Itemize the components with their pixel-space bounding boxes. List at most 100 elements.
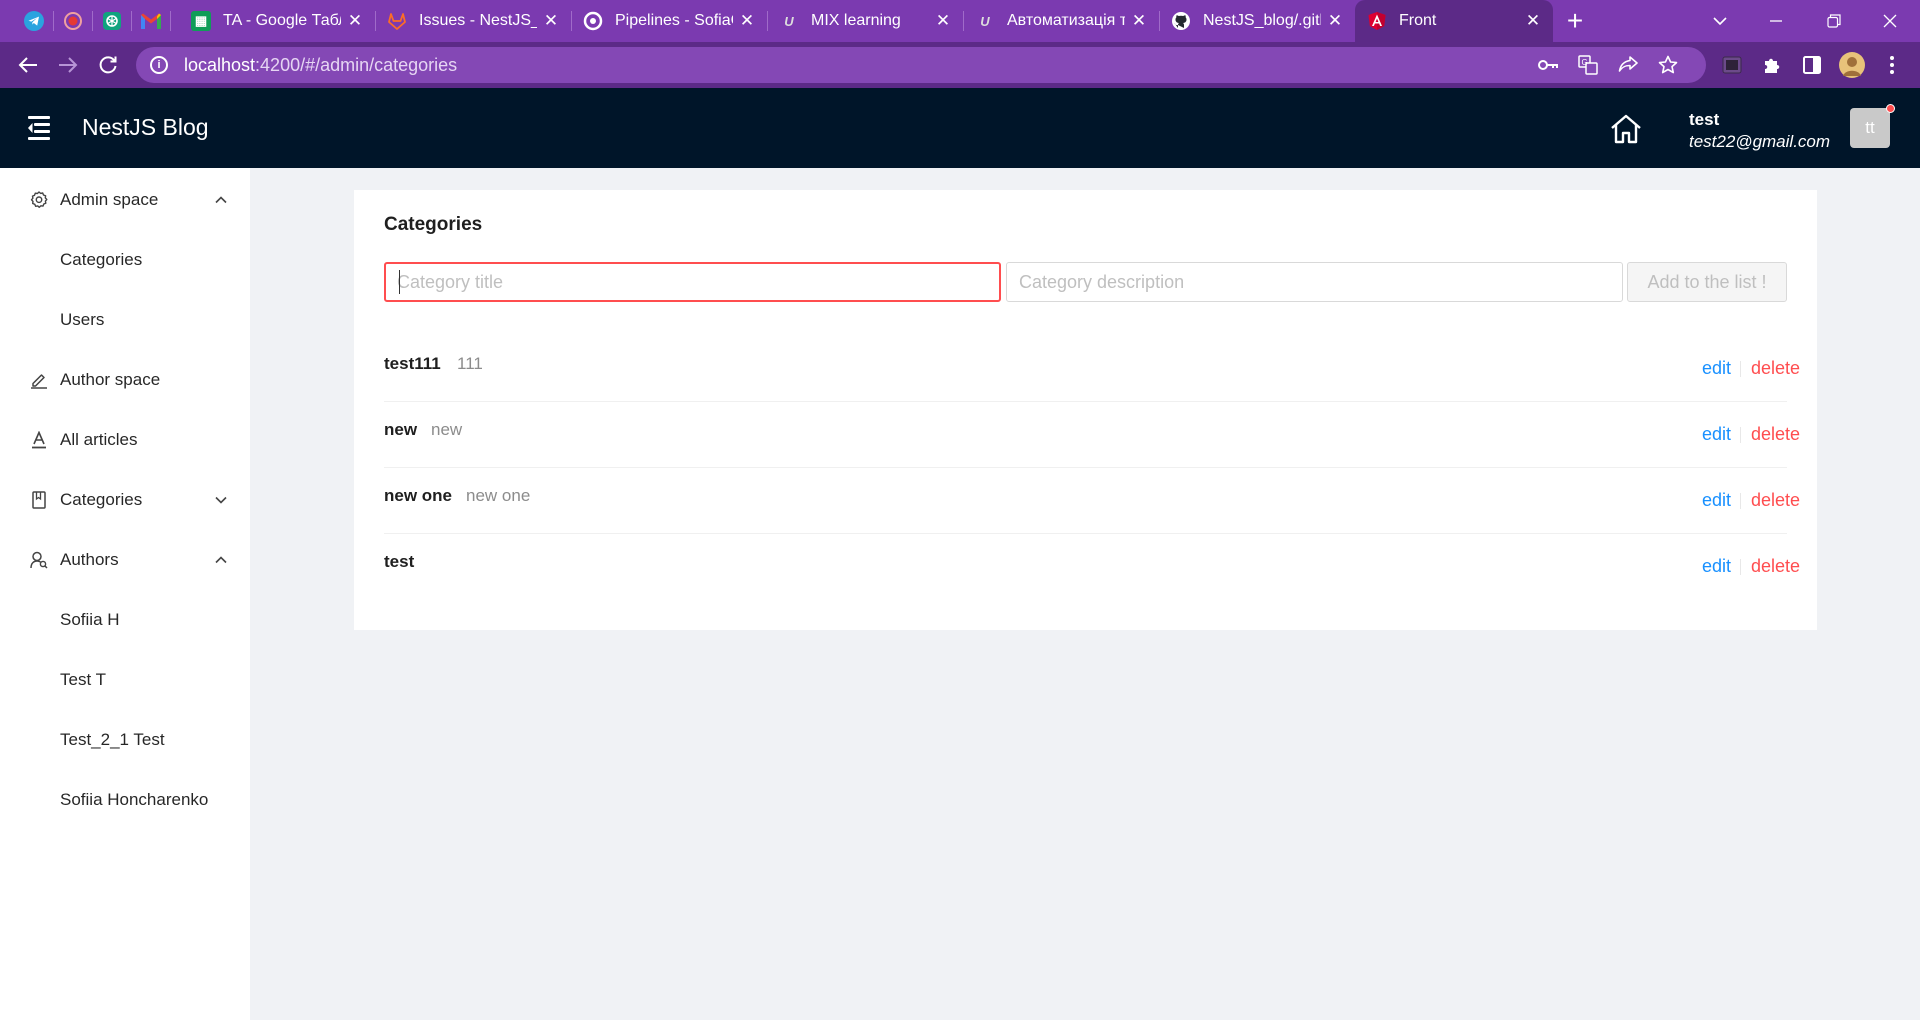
add-to-list-button[interactable]: Add to the list ! xyxy=(1627,262,1787,302)
new-tab-button[interactable]: + xyxy=(1553,0,1597,42)
home-icon[interactable] xyxy=(1610,114,1642,144)
user-search-icon xyxy=(30,551,48,569)
minimize-icon xyxy=(1770,20,1782,22)
delete-button[interactable]: delete xyxy=(1751,556,1800,577)
reload-icon xyxy=(99,56,117,74)
svg-text:G: G xyxy=(1582,58,1588,67)
pinned-tab-record[interactable] xyxy=(54,0,92,42)
text-cursor xyxy=(399,270,400,294)
avatar[interactable]: tt xyxy=(1850,108,1890,148)
sidebar-item-author[interactable]: Sofiia Honcharenko xyxy=(0,780,250,820)
tab-close-icon[interactable]: ✕ xyxy=(935,11,951,31)
side-panel-icon[interactable] xyxy=(1792,42,1832,88)
delete-button[interactable]: delete xyxy=(1751,490,1800,511)
setting-icon xyxy=(30,191,48,209)
sidebar-item-author[interactable]: Test T xyxy=(0,660,250,700)
gmail-icon xyxy=(141,13,161,29)
tab-close-icon[interactable]: ✕ xyxy=(1131,11,1147,31)
sidebar-item-authors[interactable]: Authors xyxy=(0,540,250,580)
browser-tab[interactable]: U MIX learning ✕ xyxy=(767,0,963,42)
tab-title: TA - Google Табл xyxy=(223,12,341,29)
minimize-button[interactable] xyxy=(1748,0,1804,42)
url-host: localhost xyxy=(184,54,256,75)
pinned-tab-telegram[interactable] xyxy=(15,0,53,42)
pinned-tab-gmail[interactable] xyxy=(132,0,170,42)
tab-close-icon[interactable]: ✕ xyxy=(543,11,559,31)
tab-close-icon[interactable]: ✕ xyxy=(347,11,363,31)
restore-button[interactable] xyxy=(1806,0,1862,42)
sidebar-item-categories-admin[interactable]: Categories xyxy=(0,240,250,280)
category-title: new xyxy=(384,420,418,439)
reload-button[interactable] xyxy=(88,42,128,88)
sidebar-item-users[interactable]: Users xyxy=(0,300,250,340)
back-button[interactable] xyxy=(8,42,48,88)
tab-title: NestJS_blog/.gith xyxy=(1203,12,1321,29)
sidebar-item-all-articles[interactable]: All articles xyxy=(0,420,250,460)
profile-avatar-icon[interactable] xyxy=(1832,42,1872,88)
list-item: test111 111 edit delete xyxy=(384,336,1800,402)
close-window-button[interactable] xyxy=(1862,0,1918,42)
google-sheets-icon: ▦ xyxy=(191,11,211,31)
sidebar-item-label: Users xyxy=(60,310,105,329)
tab-close-icon[interactable]: ✕ xyxy=(1327,11,1343,31)
sidebar-item-label: Sofiia Honcharenko xyxy=(60,790,209,809)
share-icon[interactable] xyxy=(1608,47,1648,83)
browser-tab[interactable]: U Автоматизація те ✕ xyxy=(963,0,1159,42)
tab-close-icon[interactable]: ✕ xyxy=(1525,11,1541,31)
bookmark-star-icon[interactable] xyxy=(1648,47,1688,83)
media-extension-icon[interactable] xyxy=(1712,42,1752,88)
forward-button[interactable] xyxy=(48,42,88,88)
browser-tab[interactable]: Pipelines - SofiaG ✕ xyxy=(571,0,767,42)
category-description-input[interactable] xyxy=(1006,262,1623,302)
delete-button[interactable]: delete xyxy=(1751,424,1800,445)
category-title-input[interactable] xyxy=(384,262,1001,302)
category-description: new one xyxy=(466,486,531,505)
tab-close-icon[interactable]: ✕ xyxy=(739,11,755,31)
category-title: new one xyxy=(384,486,453,505)
more-menu-icon[interactable] xyxy=(1872,42,1912,88)
sidebar-item-categories[interactable]: Categories xyxy=(0,480,250,520)
github-icon xyxy=(1171,11,1191,31)
brand-logo-text[interactable]: NestJS Blog xyxy=(82,114,209,141)
record-icon xyxy=(64,12,82,30)
chevron-down-icon xyxy=(1713,17,1727,26)
browser-tab-active[interactable]: Front ✕ xyxy=(1355,0,1553,42)
category-description: 111 xyxy=(457,354,483,373)
tab-search-button[interactable] xyxy=(1692,0,1748,42)
extensions-puzzle-icon[interactable] xyxy=(1752,42,1792,88)
edit-button[interactable]: edit xyxy=(1702,490,1731,511)
browser-tab[interactable]: NestJS_blog/.gith ✕ xyxy=(1159,0,1355,42)
browser-toolbar: i localhost:4200/#/admin/categories G xyxy=(0,42,1920,88)
book-icon xyxy=(30,491,48,509)
tab-title: Front xyxy=(1399,12,1437,29)
sidebar-item-label: Categories xyxy=(60,490,143,509)
chatgpt-icon xyxy=(103,12,121,30)
restore-icon xyxy=(1827,14,1841,28)
list-item: new one new one edit delete xyxy=(384,468,1800,534)
sidebar-item-author[interactable]: Test_2_1 Test xyxy=(0,720,250,760)
password-key-icon[interactable] xyxy=(1528,47,1568,83)
address-bar[interactable]: i localhost:4200/#/admin/categories G xyxy=(136,47,1706,83)
edit-button[interactable]: edit xyxy=(1702,424,1731,445)
site-info-icon[interactable]: i xyxy=(150,56,168,74)
sidebar-item-admin-space[interactable]: Admin space xyxy=(0,180,250,220)
sidebar-item-author[interactable]: Sofiia H xyxy=(0,600,250,640)
circleci-icon xyxy=(583,11,603,31)
tab-title: Issues - NestJS_bl xyxy=(419,12,537,29)
pinned-tab-chatgpt[interactable] xyxy=(93,0,131,42)
edit-icon xyxy=(30,371,48,389)
sidebar: Admin space Categories Users Author spac… xyxy=(0,168,250,1020)
action-divider xyxy=(1740,361,1741,377)
translate-icon[interactable]: G xyxy=(1568,47,1608,83)
sidebar-item-label: Test T xyxy=(60,670,106,689)
edit-button[interactable]: edit xyxy=(1702,556,1731,577)
menu-fold-icon[interactable] xyxy=(28,116,54,140)
delete-button[interactable]: delete xyxy=(1751,358,1800,379)
browser-tab[interactable]: Issues - NestJS_bl ✕ xyxy=(375,0,571,42)
arrow-right-icon xyxy=(59,57,78,73)
telegram-icon xyxy=(24,11,44,31)
browser-tab[interactable]: ▦ TA - Google Табл ✕ xyxy=(179,0,375,42)
sidebar-item-label: Author space xyxy=(60,370,161,389)
edit-button[interactable]: edit xyxy=(1702,358,1731,379)
sidebar-item-author-space[interactable]: Author space xyxy=(0,360,250,400)
